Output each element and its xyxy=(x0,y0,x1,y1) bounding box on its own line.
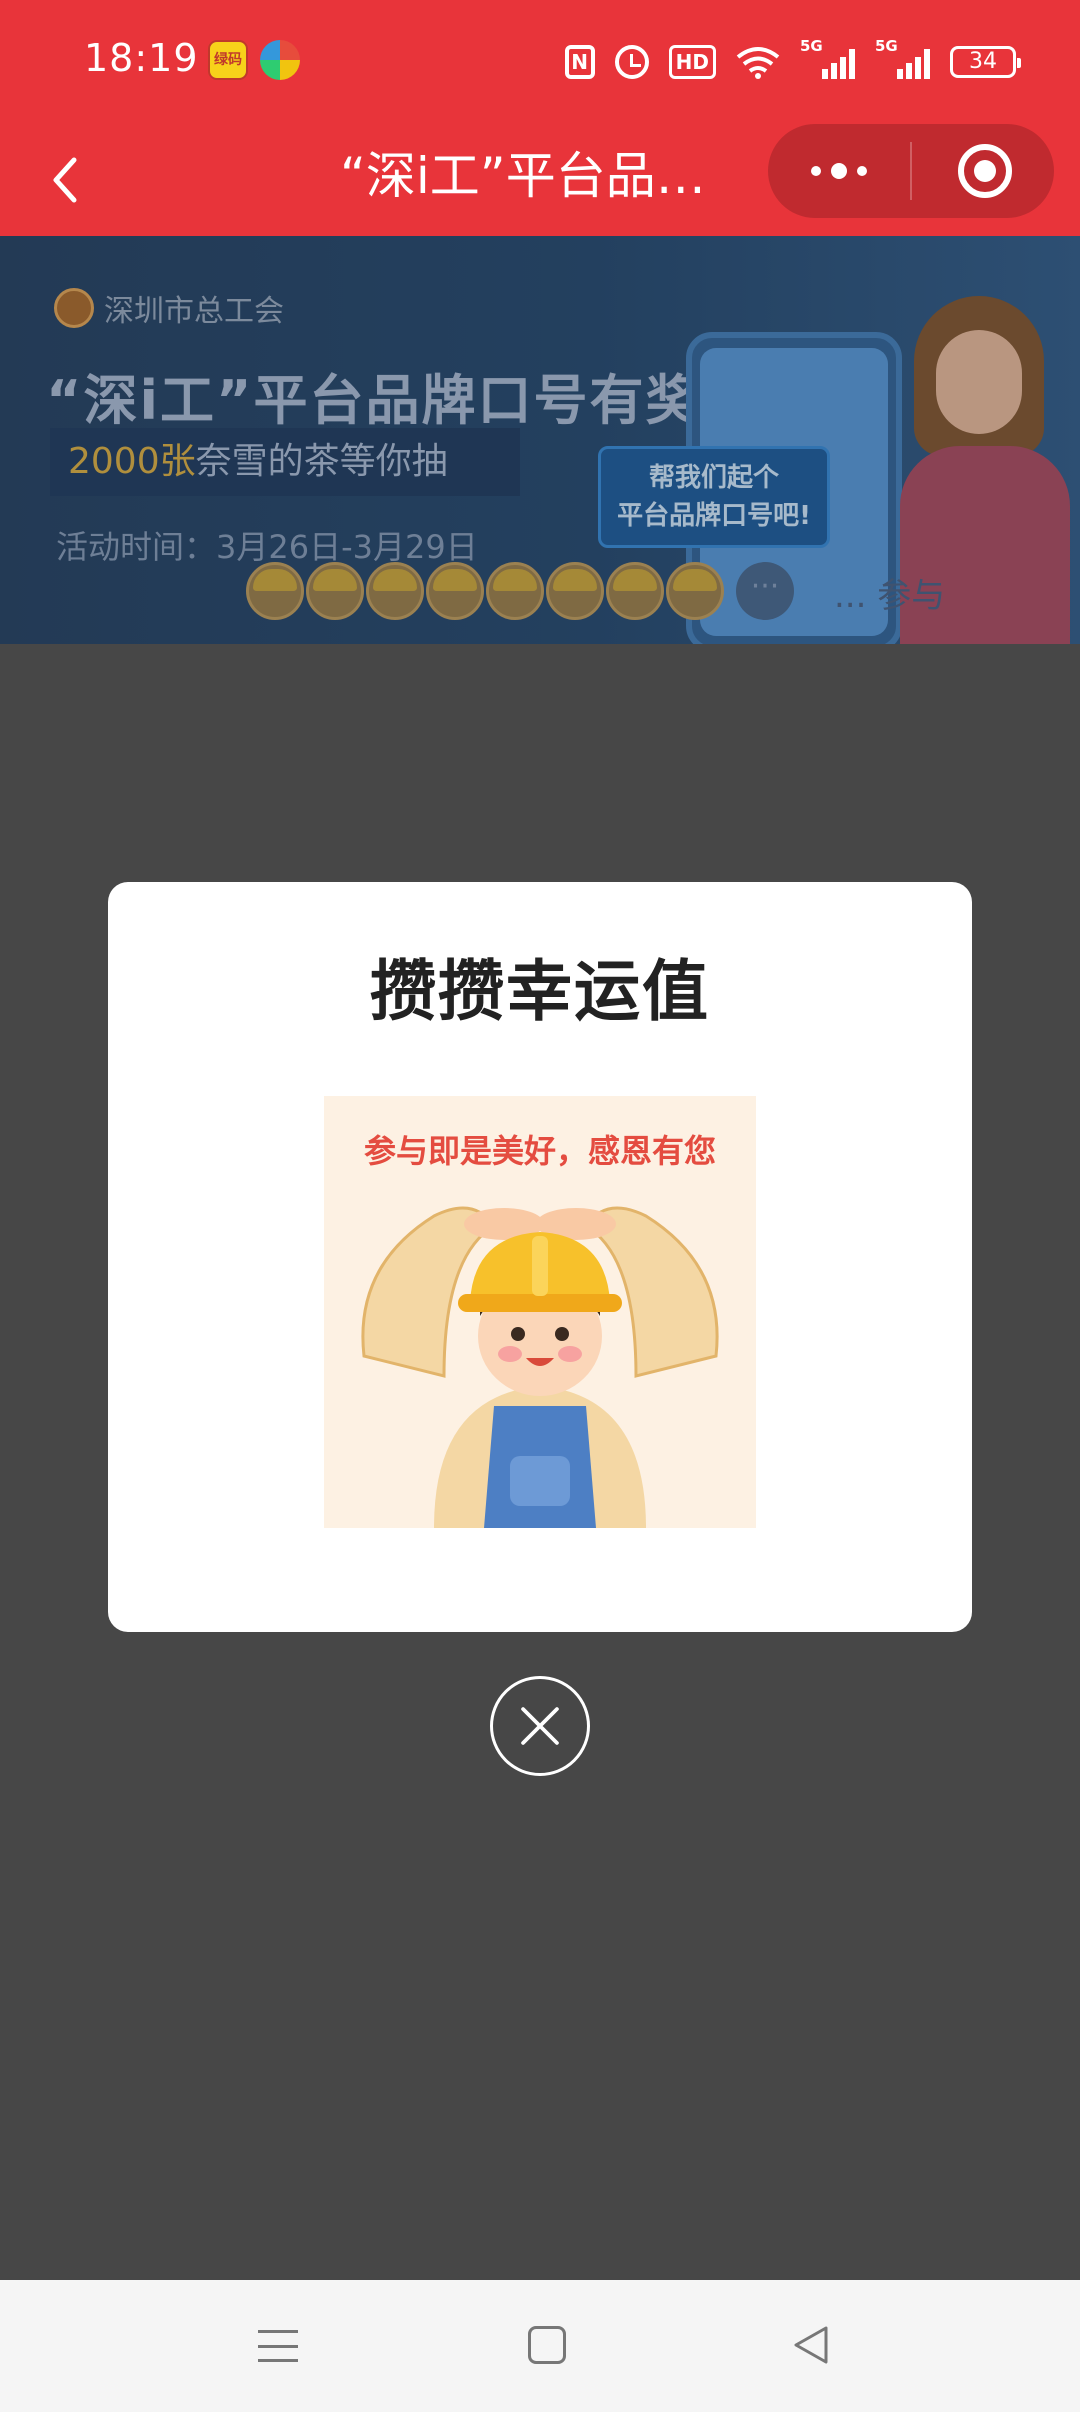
avatar xyxy=(246,562,304,620)
lucky-dialog: 攒攒幸运值 参与即是美好，感恩有您 xyxy=(108,882,972,1632)
prize-text: 奈雪的茶等你抽 xyxy=(195,441,448,482)
prize-highlight: 2000张 xyxy=(68,441,196,482)
capsule-divider xyxy=(910,142,912,200)
dialog-illustration: 参与即是美好，感恩有您 xyxy=(324,1096,756,1528)
signal-2-icon: 5G xyxy=(875,37,930,79)
system-icons: N HD 5G 5G 34 xyxy=(564,37,1021,84)
bubble-line-2: 平台品牌口号吧! xyxy=(617,501,811,531)
back-chevron-icon[interactable] xyxy=(38,150,98,210)
wifi-icon xyxy=(736,47,780,79)
status-bar: 18:19 绿码 N HD 5G 5G 34 xyxy=(0,0,1080,124)
navigation-bar: “深i工”平台品牌... xyxy=(0,124,1080,236)
illustration-caption: 参与即是美好，感恩有您 xyxy=(363,1132,716,1170)
status-time: 18:19 xyxy=(84,36,199,80)
signal-2-label: 5G xyxy=(875,37,898,55)
bubble-line-1: 帮我们起个 xyxy=(648,463,779,493)
avatar xyxy=(486,562,544,620)
campaign-banner: 深圳市总工会 “深i工”平台品牌口号有奖征集 2000张奈雪的茶等你抽 活动时间… xyxy=(0,236,1080,644)
close-circle-icon[interactable] xyxy=(490,1676,590,1776)
system-navigation-bar xyxy=(0,2280,1080,2412)
battery-icon: 34 xyxy=(950,46,1021,78)
participant-count: ... 参与 xyxy=(834,576,946,616)
hd-icon: HD xyxy=(668,45,716,79)
dialog-title: 攒攒幸运值 xyxy=(370,953,710,1030)
nfc-icon: N xyxy=(564,45,595,79)
union-logo-icon xyxy=(54,288,94,328)
avatar xyxy=(666,562,724,620)
alarm-icon xyxy=(614,45,649,79)
browser-app-icon xyxy=(260,40,300,80)
menu-icon[interactable] xyxy=(258,2326,298,2366)
participant-avatars: ··· xyxy=(246,562,794,620)
avatar xyxy=(546,562,604,620)
health-code-label: 绿码 xyxy=(214,52,242,68)
banner-org-name: 深圳市总工会 xyxy=(104,294,284,329)
signal-1-icon: 5G xyxy=(800,37,855,79)
miniprogram-capsule xyxy=(768,124,1054,218)
avatar xyxy=(306,562,364,620)
signal-1-label: 5G xyxy=(800,37,823,55)
avatar xyxy=(606,562,664,620)
more-dots-icon[interactable] xyxy=(768,124,910,218)
home-icon[interactable] xyxy=(528,2326,566,2364)
banner-prize: 2000张奈雪的茶等你抽 xyxy=(50,428,520,496)
page-title: “深i工”平台品牌... xyxy=(340,147,740,205)
back-triangle-icon[interactable] xyxy=(790,2324,832,2366)
avatar xyxy=(426,562,484,620)
health-code-app-icon: 绿码 xyxy=(208,40,248,80)
banner-org-logo: 深圳市总工会 xyxy=(54,286,284,330)
more-avatars-icon: ··· xyxy=(736,562,794,620)
avatar xyxy=(366,562,424,620)
banner-bubble: 帮我们起个 平台品牌口号吧! xyxy=(598,446,830,548)
miniprogram-close-icon[interactable] xyxy=(958,144,1012,198)
